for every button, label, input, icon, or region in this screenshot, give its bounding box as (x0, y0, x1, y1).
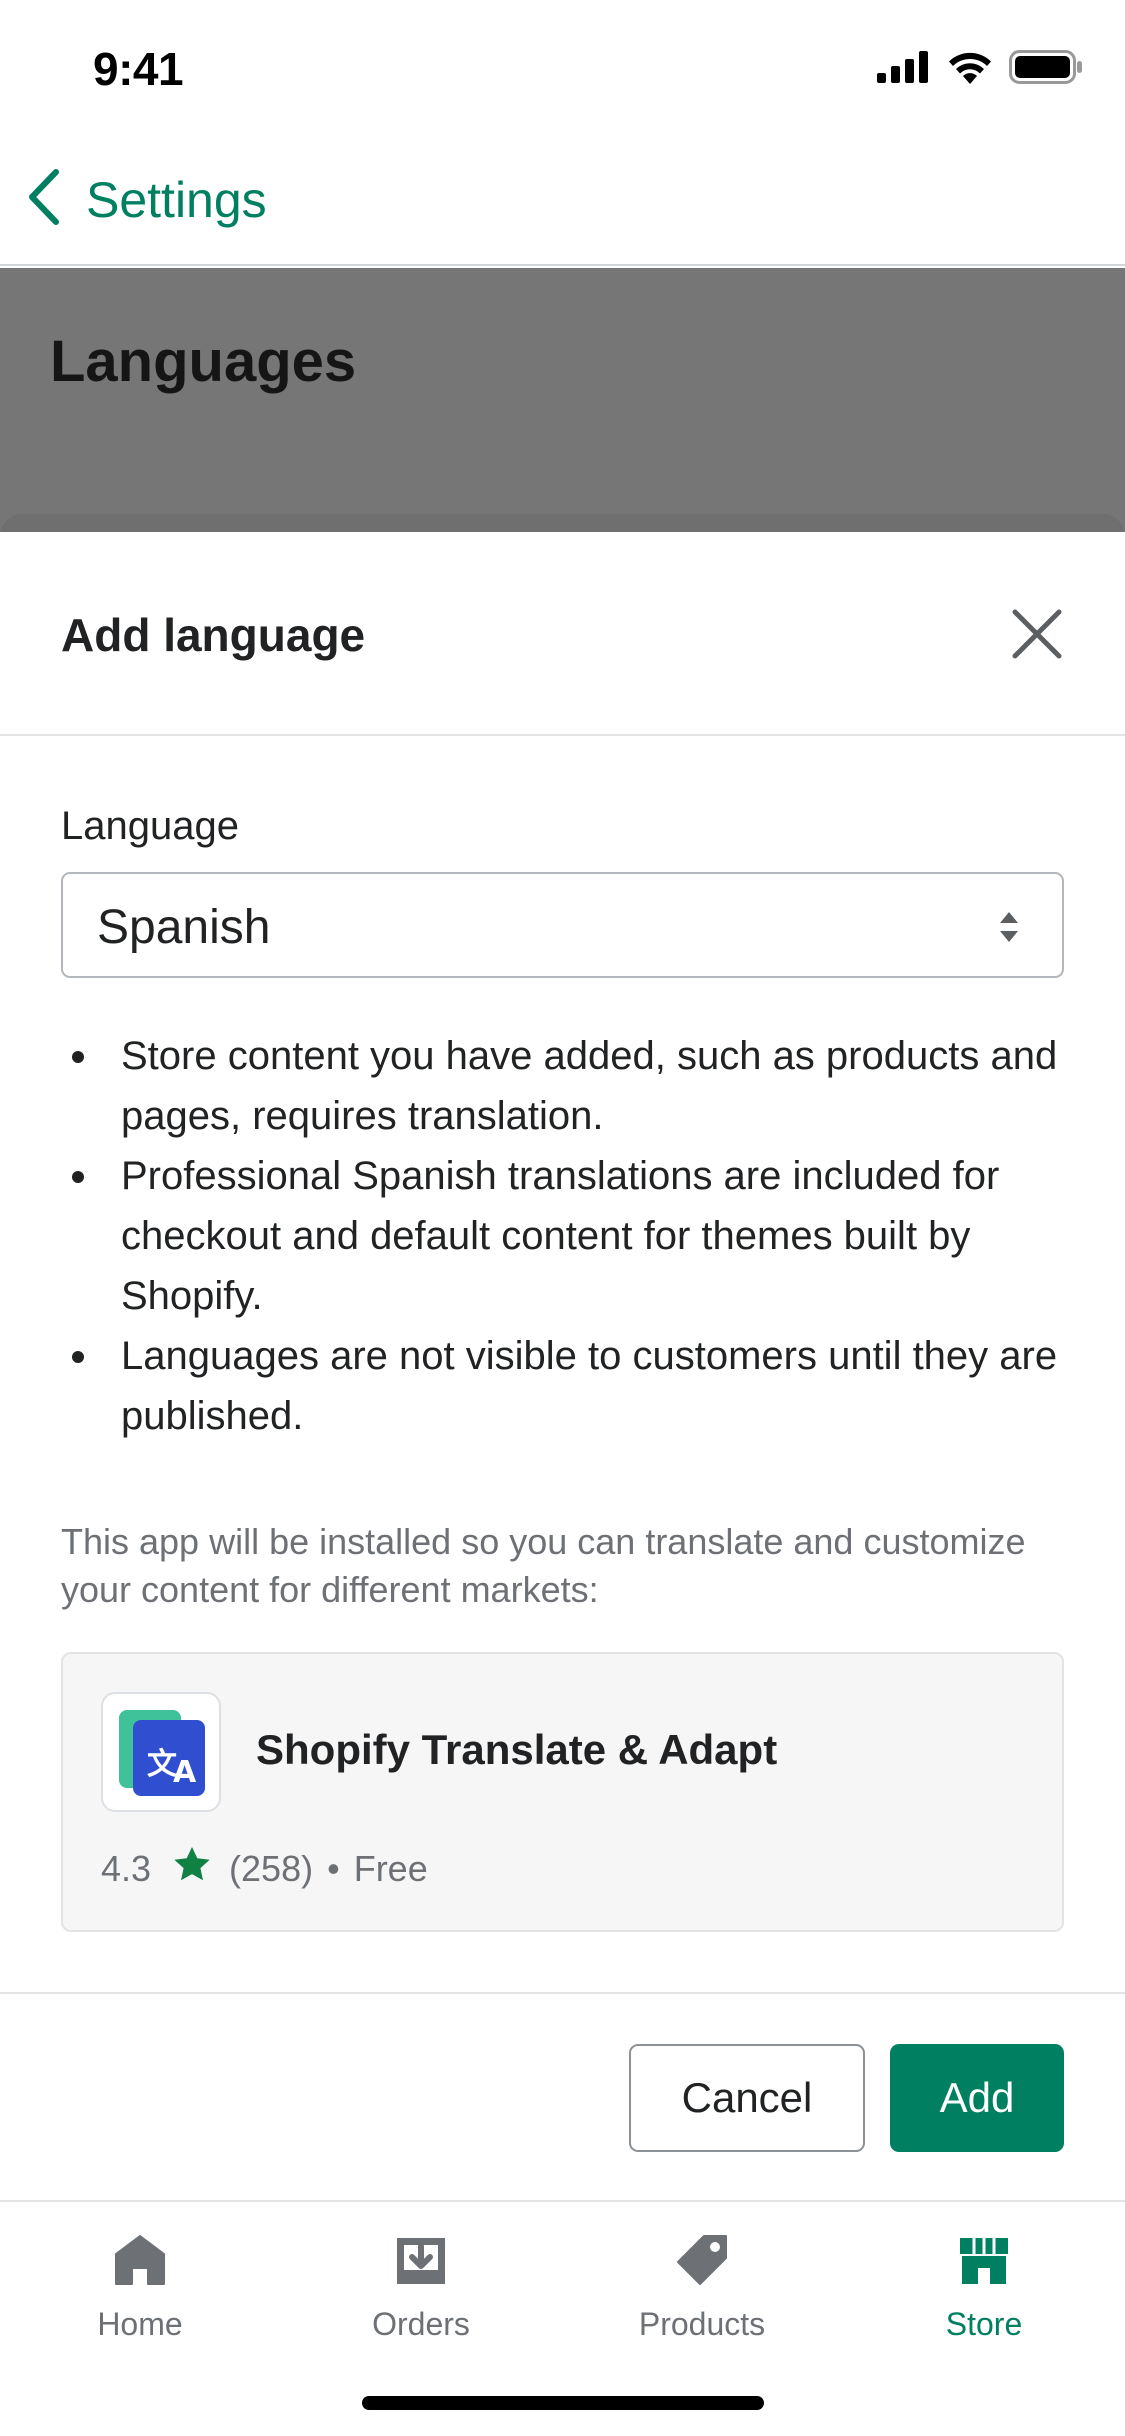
cancel-button[interactable]: Cancel (629, 2044, 865, 2152)
star-icon (173, 1846, 211, 1891)
nav-header: Settings (0, 140, 1125, 266)
sheet-footer: Cancel Add (0, 1992, 1125, 2200)
info-list: Store content you have added, such as pr… (61, 1026, 1071, 1446)
select-arrows-icon (998, 910, 1020, 949)
svg-text:A: A (173, 1755, 197, 1790)
tab-label: Home (97, 2306, 183, 2342)
status-icons (877, 50, 1083, 89)
app-meta: 4.3 (258) • Free (101, 1846, 428, 1891)
tab-store[interactable]: Store (884, 2232, 1084, 2343)
app-rating: 4.3 (101, 1847, 152, 1889)
app-price: Free (353, 1847, 428, 1889)
page-title: Languages (50, 329, 357, 394)
store-icon (960, 2238, 1008, 2284)
status-time: 9:41 (93, 43, 184, 95)
tab-label: Store (945, 2306, 1023, 2342)
orders-icon (397, 2238, 445, 2284)
app-name: Shopify Translate & Adapt (256, 1726, 778, 1773)
page-overlay[interactable]: Languages (0, 268, 1125, 554)
meta-separator: • (327, 1847, 340, 1889)
list-item: Languages are not visible to customers u… (61, 1326, 1071, 1446)
language-label: Language (61, 804, 239, 848)
app-card[interactable]: 文 A Shopify Translate & Adapt 4.3 (258) … (61, 1652, 1064, 1932)
list-item: Store content you have added, such as pr… (61, 1026, 1071, 1146)
tab-products[interactable]: Products (602, 2232, 802, 2343)
tab-orders[interactable]: Orders (321, 2232, 521, 2343)
close-button[interactable] (1007, 604, 1067, 664)
tag-icon (677, 2235, 727, 2285)
chevron-left-icon (26, 168, 62, 231)
add-language-sheet: Add language Language Spanish Store cont… (0, 532, 1125, 2200)
add-button[interactable]: Add (890, 2044, 1064, 2152)
tab-home[interactable]: Home (40, 2232, 240, 2343)
language-select-value: Spanish (97, 901, 271, 954)
list-item: Professional Spanish translations are in… (61, 1146, 1071, 1326)
status-bar: 9:41 (0, 0, 1125, 140)
language-select[interactable]: Spanish (61, 872, 1064, 978)
cellular-signal-icon (877, 51, 931, 88)
back-button[interactable]: Settings (26, 168, 267, 231)
close-icon (1012, 609, 1062, 659)
translate-app-icon: 文 A (101, 1692, 221, 1812)
app-install-note: This app will be installed so you can tr… (61, 1521, 1026, 1610)
tab-label: Products (638, 2306, 766, 2342)
app-review-count: (258) (229, 1847, 314, 1889)
sheet-header: Add language (0, 532, 1125, 736)
home-indicator[interactable] (362, 2396, 764, 2410)
sheet-title: Add language (61, 609, 366, 661)
battery-icon (1009, 50, 1083, 89)
home-icon (115, 2235, 165, 2285)
wifi-icon (947, 50, 993, 89)
back-label: Settings (86, 171, 267, 228)
tab-label: Orders (372, 2306, 470, 2342)
